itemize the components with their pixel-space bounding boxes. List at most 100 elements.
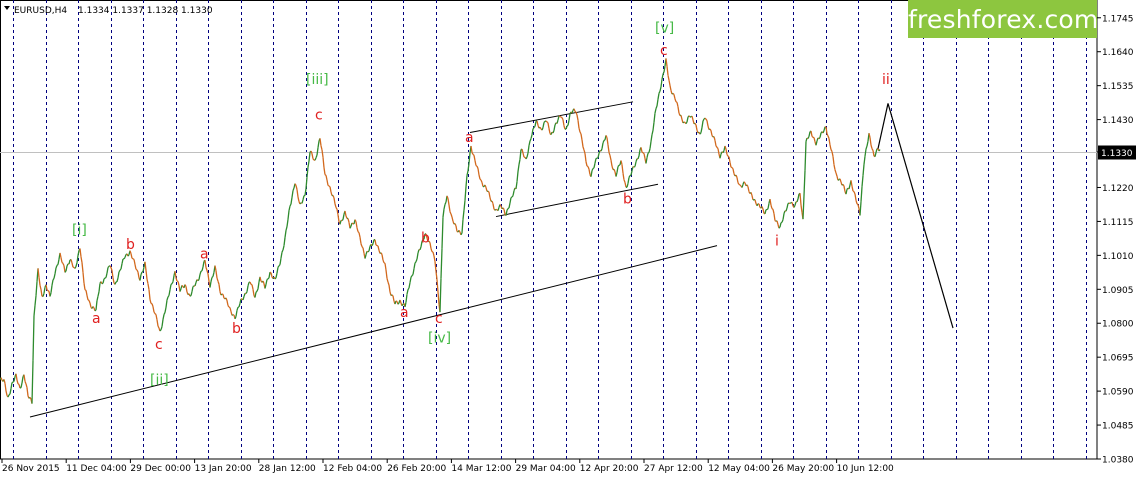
price-bar <box>779 227 780 228</box>
price-bar <box>648 152 649 153</box>
price-bar <box>533 127 534 129</box>
price-bar <box>714 137 715 141</box>
plot-frame <box>1 1 1098 460</box>
price-bar <box>239 303 240 307</box>
price-bar <box>831 150 832 152</box>
price-bar <box>435 262 436 272</box>
price-bar <box>712 136 713 138</box>
price-bar <box>211 277 212 281</box>
price-bar <box>171 284 172 285</box>
price-bar <box>292 191 293 198</box>
price-bar <box>61 258 62 263</box>
price-bar <box>217 278 218 281</box>
price-bar <box>253 289 254 295</box>
price-bar <box>862 176 863 187</box>
price-bar <box>410 277 411 282</box>
y-tick-label: 1.1640 <box>1102 48 1134 58</box>
price-bar <box>244 293 245 296</box>
price-bar <box>857 204 858 205</box>
x-tick-label: 26 Nov 2015 <box>2 464 60 474</box>
price-bar <box>664 66 665 72</box>
price-bar <box>580 132 581 134</box>
price-bar <box>386 270 387 278</box>
price-bar <box>285 231 286 238</box>
price-bar <box>376 245 377 246</box>
price-bar <box>280 258 281 264</box>
y-tick-label: 1.1010 <box>1102 252 1134 262</box>
price-bar <box>56 265 57 268</box>
price-bar <box>661 79 662 87</box>
price-bar <box>413 269 414 275</box>
price-bar <box>827 134 828 136</box>
price-bar <box>772 209 773 210</box>
price-bar <box>711 131 712 136</box>
price-bar <box>169 290 170 296</box>
price-bar <box>115 282 116 285</box>
price-bar <box>192 286 193 291</box>
price-bar <box>265 284 266 288</box>
wave-label: [i] <box>72 222 87 238</box>
price-bar <box>461 233 462 235</box>
price-bar <box>389 285 390 292</box>
price-bar <box>64 266 65 273</box>
wave-label: a <box>92 311 101 327</box>
y-tick-label: 1.1745 <box>1102 14 1134 24</box>
price-bar <box>407 290 408 295</box>
price-bar <box>557 120 558 124</box>
price-bar <box>286 227 287 231</box>
price-bar <box>652 130 653 134</box>
price-bar <box>89 300 90 303</box>
price-bar <box>534 126 535 127</box>
price-bar <box>479 175 480 179</box>
price-bar <box>518 165 519 172</box>
price-bar <box>492 201 493 204</box>
price-bar <box>737 178 738 183</box>
price-bar <box>843 184 844 186</box>
price-bar <box>478 168 479 175</box>
price-bar <box>477 166 478 168</box>
current-price-label: 1.1330 <box>1101 149 1133 159</box>
price-bar <box>544 121 545 122</box>
price-bar <box>834 165 835 170</box>
price-bar <box>102 283 103 284</box>
price-bar <box>34 305 35 315</box>
price-bar <box>638 156 639 159</box>
wave-label: b <box>232 321 241 337</box>
price-bar <box>851 180 852 186</box>
price-bar <box>250 282 251 284</box>
price-bar <box>189 294 190 296</box>
price-bar <box>311 151 312 154</box>
price-bar <box>219 284 220 291</box>
price-bar <box>282 250 283 252</box>
price-bar <box>148 284 149 290</box>
price-bar <box>346 216 347 218</box>
price-bar <box>723 151 724 153</box>
wave-label: [ii] <box>150 373 169 389</box>
price-bar <box>327 180 328 185</box>
price-bar <box>814 138 815 142</box>
price-bar <box>246 292 247 294</box>
price-bar <box>824 127 825 131</box>
price-bar <box>293 188 294 191</box>
price-bar <box>567 125 568 126</box>
price-bar <box>498 207 499 210</box>
price-bar <box>703 119 704 121</box>
price-bar <box>872 149 873 151</box>
price-bar <box>149 290 150 300</box>
price-bar <box>162 319 163 326</box>
price-bar <box>870 138 871 145</box>
price-bar <box>863 164 864 175</box>
price-bar <box>147 279 148 284</box>
price-bar <box>583 147 584 150</box>
price-bar <box>328 185 329 186</box>
price-bar <box>689 116 690 117</box>
price-bar <box>210 281 211 287</box>
price-bar <box>75 266 76 268</box>
price-bar <box>35 296 36 306</box>
wave-label: [iv] <box>428 331 451 347</box>
wave-label: b <box>126 237 135 253</box>
price-bar <box>193 286 194 287</box>
brand-logo: freshforex.com <box>908 2 1097 38</box>
price-bar <box>226 298 227 301</box>
price-bar <box>829 138 830 145</box>
